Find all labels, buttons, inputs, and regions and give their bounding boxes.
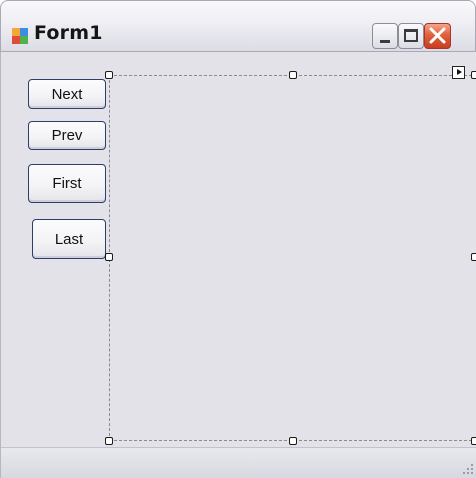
size-grip-icon[interactable] bbox=[459, 460, 473, 474]
resize-handle-top[interactable] bbox=[289, 71, 297, 79]
close-button[interactable] bbox=[424, 23, 451, 49]
form-client-area: Next Prev First Last bbox=[0, 52, 476, 478]
title-bar[interactable]: Form1 bbox=[0, 0, 476, 52]
selected-panel[interactable] bbox=[109, 75, 476, 441]
first-button[interactable]: First bbox=[28, 164, 106, 203]
window-title: Form1 bbox=[34, 22, 103, 44]
close-icon bbox=[429, 27, 446, 44]
prev-button[interactable]: Prev bbox=[28, 121, 106, 150]
resize-handle-left[interactable] bbox=[105, 253, 113, 261]
form-app-icon bbox=[12, 28, 28, 44]
last-button[interactable]: Last bbox=[32, 219, 106, 259]
maximize-button[interactable] bbox=[398, 23, 424, 49]
resize-handle-bottom-right[interactable] bbox=[471, 437, 476, 445]
resize-handle-top-right[interactable] bbox=[471, 71, 476, 79]
form-window: Form1 Next Prev First Last bbox=[0, 0, 476, 478]
status-strip bbox=[1, 447, 476, 478]
resize-handle-right[interactable] bbox=[471, 253, 476, 261]
minimize-icon bbox=[380, 40, 390, 43]
next-button[interactable]: Next bbox=[28, 79, 106, 109]
resize-handle-bottom-left[interactable] bbox=[105, 437, 113, 445]
smart-tag-icon[interactable] bbox=[452, 66, 465, 79]
minimize-button[interactable] bbox=[372, 23, 398, 49]
resize-handle-bottom[interactable] bbox=[289, 437, 297, 445]
maximize-icon bbox=[404, 29, 418, 42]
resize-handle-top-left[interactable] bbox=[105, 71, 113, 79]
